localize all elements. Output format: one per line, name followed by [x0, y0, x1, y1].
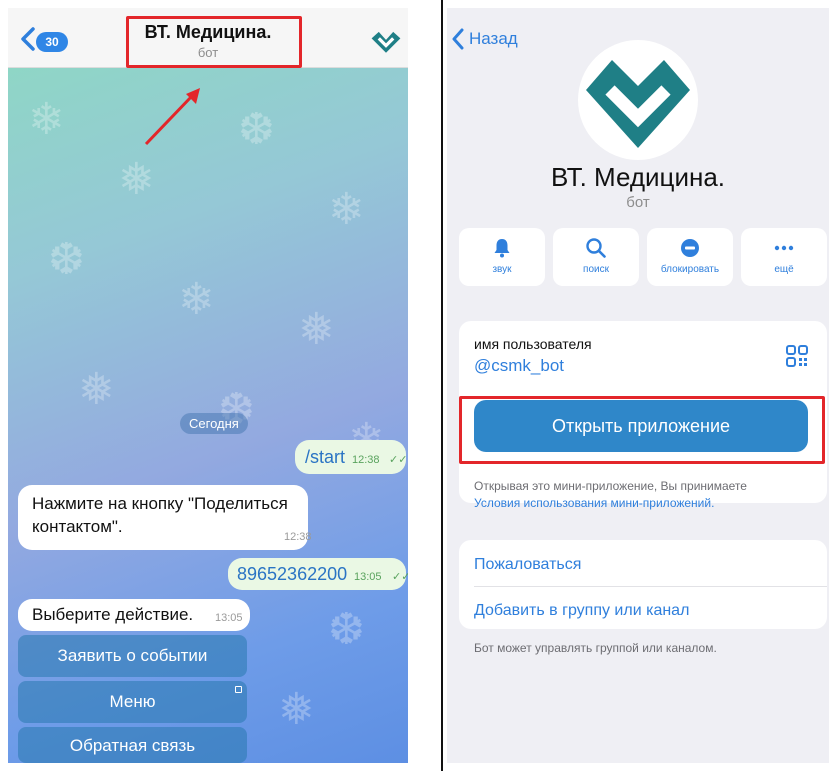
username-label: имя пользователя	[474, 336, 592, 352]
snowflake-decor: ❄	[328, 185, 365, 234]
more-icon	[774, 245, 794, 251]
message-time: 12:38	[284, 531, 312, 543]
bot-avatar	[578, 40, 698, 160]
bot-avatar[interactable]	[368, 24, 404, 60]
keyboard-button-feedback[interactable]: Обратная связь	[18, 727, 247, 763]
search-button[interactable]: поиск	[553, 228, 639, 286]
action-label: блокировать	[660, 264, 720, 275]
date-divider: Сегодня	[180, 413, 248, 434]
screenshot-composite: ❄ ❅ ❆ ❄ ❆ ❄ ❅ ❅ ❆ ❄ ❄ ❆ ❅ 30 ВТ. Медицин…	[0, 0, 830, 771]
bell-icon	[494, 239, 510, 258]
chevron-left-icon	[452, 28, 464, 50]
message-incoming[interactable]: Нажмите на кнопку "Поделиться контактом"…	[18, 485, 312, 550]
snowflake-decor: ❅	[298, 305, 335, 354]
message-text: Нажмите на кнопку "Поделиться контактом"…	[32, 494, 288, 536]
message-text: Выберите действие.	[32, 605, 194, 624]
terms-text: Открывая это мини-приложение, Вы принима…	[474, 479, 747, 493]
snowflake-decor: ❆	[328, 605, 365, 654]
add-to-group-button[interactable]: Добавить в группу или канал	[474, 602, 689, 620]
open-app-highlight-box	[459, 396, 825, 464]
message-incoming[interactable]: Выберите действие. 13:05	[18, 599, 250, 631]
snowflake-decor: ❅	[118, 155, 155, 204]
web-app-icon	[235, 686, 242, 693]
snowflake-decor: ❄	[28, 95, 65, 144]
message-text[interactable]: 89652362200	[237, 564, 347, 585]
annotation-arrow-icon	[144, 88, 200, 146]
bot-actions-card: Пожаловаться Добавить в группу или канал	[459, 540, 827, 629]
bot-profile-screen: Назад ВТ. Медицина. бот звук поиск блоки…	[447, 8, 829, 763]
bot-note: Бот может управлять группой или каналом.	[474, 641, 717, 655]
keyboard-button-report-event[interactable]: Заявить о событии	[18, 635, 247, 677]
title-highlight-box	[126, 16, 302, 68]
snowflake-decor: ❄	[178, 275, 215, 324]
qr-code-icon[interactable]	[786, 345, 808, 367]
more-button[interactable]: ещё	[741, 228, 827, 286]
panel-divider	[441, 0, 443, 771]
keyboard-button-label: Меню	[109, 692, 156, 711]
back-button[interactable]: Назад	[451, 28, 518, 50]
chat-screen: ❄ ❅ ❆ ❄ ❆ ❄ ❅ ❅ ❆ ❄ ❄ ❆ ❅ 30 ВТ. Медицин…	[8, 8, 408, 763]
action-label: поиск	[583, 264, 609, 275]
profile-name: ВТ. Медицина.	[550, 162, 726, 192]
terms-notice: Открывая это мини-приложение, Вы принима…	[474, 478, 824, 512]
snowflake-decor: ❅	[278, 685, 315, 734]
back-label: Назад	[469, 29, 518, 48]
message-time: 13:05	[354, 571, 382, 583]
separator	[474, 586, 827, 587]
block-icon	[681, 239, 699, 257]
message-outgoing[interactable]: /start 12:38 ✓✓	[295, 440, 408, 474]
snowflake-decor: ❅	[78, 365, 115, 414]
profile-actions: звук поиск блокировать ещё	[459, 228, 827, 286]
profile-subtitle: бот	[626, 194, 650, 211]
snowflake-decor: ❆	[238, 105, 275, 154]
message-time: 12:38	[352, 454, 380, 466]
username-value[interactable]: @csmk_bot	[474, 356, 564, 376]
read-check-icon: ✓✓	[389, 454, 408, 466]
mute-button[interactable]: звук	[459, 228, 545, 286]
message-outgoing[interactable]: 89652362200 13:05 ✓✓	[228, 558, 408, 590]
read-check-icon: ✓✓	[392, 571, 408, 583]
search-icon	[586, 238, 606, 258]
keyboard-button-menu[interactable]: Меню	[18, 681, 247, 723]
message-time: 13:05	[215, 612, 243, 624]
terms-link[interactable]: Условия использования мини-приложений.	[474, 495, 824, 512]
report-button[interactable]: Пожаловаться	[474, 556, 581, 574]
action-label: ещё	[774, 264, 794, 275]
message-text[interactable]: /start	[305, 447, 345, 468]
snowflake-decor: ❆	[48, 235, 85, 284]
block-button[interactable]: блокировать	[647, 228, 733, 286]
action-label: звук	[492, 264, 512, 275]
